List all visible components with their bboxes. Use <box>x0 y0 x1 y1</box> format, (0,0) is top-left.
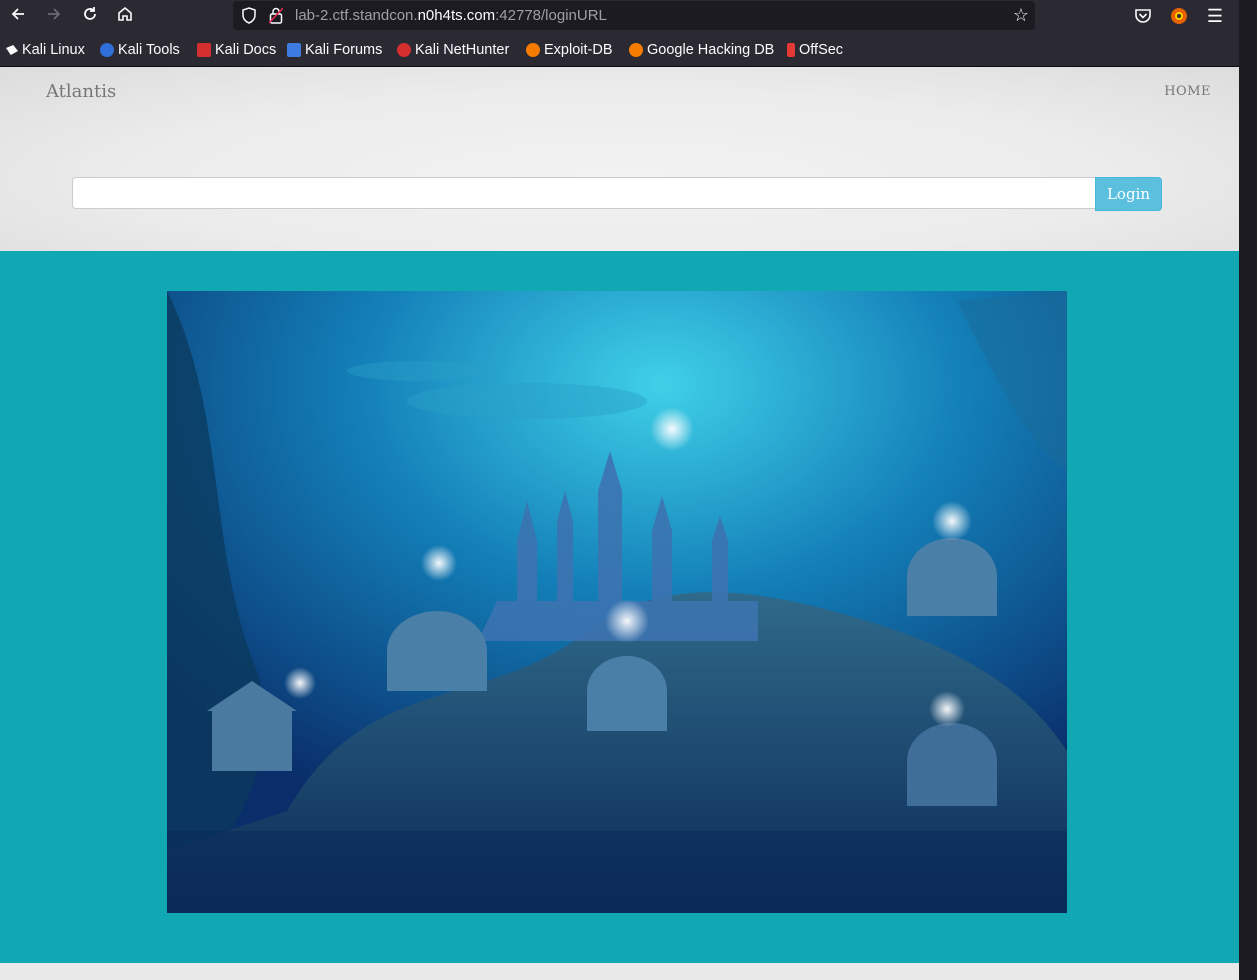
address-bar[interactable]: lab-2.ctf.standcon.n0h4ts.com:42778/logi… <box>233 1 1035 30</box>
site-header: Atlantis HOME Login <box>0 67 1239 251</box>
bookmarks-bar: Kali Linux Kali Tools Kali Docs Kali For… <box>0 32 1257 67</box>
page-footer-strip <box>0 963 1239 980</box>
home-icon <box>118 6 132 21</box>
forward-button[interactable] <box>43 5 65 27</box>
pocket-icon[interactable] <box>1132 5 1154 27</box>
bookmark-exploit-db[interactable]: Exploit-DB <box>526 41 613 59</box>
hero-band <box>0 251 1239 963</box>
arrow-right-icon <box>48 8 61 20</box>
back-button[interactable] <box>7 5 29 27</box>
bookmark-google-hacking-db[interactable]: Google Hacking DB <box>629 41 774 59</box>
login-button[interactable]: Login <box>1095 177 1162 211</box>
nav-home-link[interactable]: HOME <box>1164 84 1211 99</box>
offsec-icon <box>787 43 795 57</box>
bookmark-kali-forums[interactable]: Kali Forums <box>287 41 382 59</box>
insecure-lock-icon[interactable] <box>269 7 283 24</box>
shield-icon[interactable] <box>241 7 257 24</box>
menu-icon[interactable]: ☰ <box>1204 5 1226 27</box>
url-path: :42778/loginURL <box>495 7 607 24</box>
ghdb-icon <box>629 43 643 57</box>
reload-icon <box>84 7 96 20</box>
bookmark-star-icon[interactable]: ☆ <box>1013 5 1029 26</box>
arrow-left-icon <box>11 8 24 20</box>
kali-nethunter-icon <box>397 43 411 57</box>
browser-toolbar: lab-2.ctf.standcon.n0h4ts.com:42778/logi… <box>0 0 1257 32</box>
url-host-prefix: lab-2.ctf.standcon. <box>295 7 418 24</box>
url-input[interactable] <box>72 177 1095 209</box>
bookmark-offsec[interactable]: OffSec <box>787 41 843 59</box>
kali-tools-icon <box>100 43 114 57</box>
kali-dragon-icon <box>6 45 18 55</box>
extension-icon[interactable] <box>1168 5 1190 27</box>
kali-forums-icon <box>287 43 301 57</box>
site-brand[interactable]: Atlantis <box>46 81 116 102</box>
url-domain: n0h4ts.com <box>417 7 496 24</box>
bookmark-kali-nethunter[interactable]: Kali NetHunter <box>397 41 509 59</box>
web-page: Atlantis HOME Login <box>0 67 1239 980</box>
reload-button[interactable] <box>79 5 101 27</box>
bookmark-kali-docs[interactable]: Kali Docs <box>197 41 276 59</box>
kali-docs-icon <box>197 43 211 57</box>
bookmark-kali-linux[interactable]: Kali Linux <box>6 41 85 59</box>
url-text[interactable]: lab-2.ctf.standcon.n0h4ts.com:42778/logi… <box>295 7 607 24</box>
exploit-db-icon <box>526 43 540 57</box>
bookmark-kali-tools[interactable]: Kali Tools <box>100 41 180 59</box>
home-button[interactable] <box>114 5 136 27</box>
sidebar-strip <box>1239 0 1257 980</box>
underwater-city-image <box>167 291 1067 913</box>
